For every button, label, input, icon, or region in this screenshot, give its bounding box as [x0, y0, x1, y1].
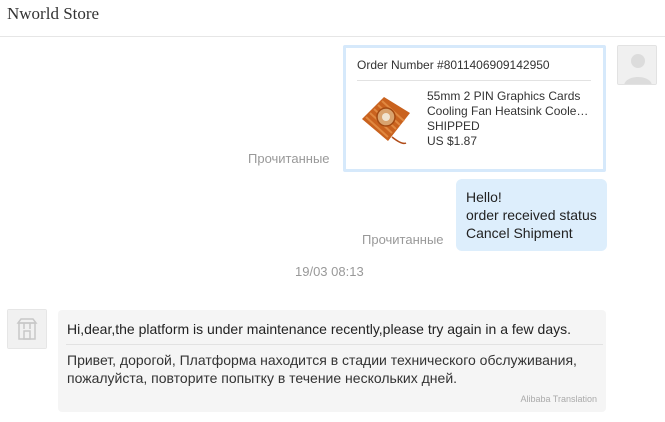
order-number: Order Number #8011406909142950: [357, 58, 550, 72]
product-image[interactable]: [358, 91, 414, 149]
outgoing-message-line: Cancel Shipment: [466, 225, 573, 241]
user-avatar-icon[interactable]: [617, 45, 657, 85]
store-avatar-icon[interactable]: [7, 309, 47, 349]
outgoing-message-line: order received status: [466, 207, 597, 223]
chat-header: Nworld Store: [0, 0, 665, 37]
translation-line: Привет, дорогой, Платформа находится в с…: [67, 352, 577, 368]
message-timestamp: 19/03 08:13: [295, 264, 364, 279]
message-translation: Привет, дорогой, Платформа находится в с…: [67, 351, 597, 387]
order-card[interactable]: Order Number #8011406909142950 55mm 2 PI…: [343, 45, 606, 172]
read-status-label: Прочитанные: [362, 232, 444, 247]
product-title-line2: Cooling Fan Heatsink Coole…: [427, 104, 589, 118]
product-title-line1: 55mm 2 PIN Graphics Cards: [427, 89, 581, 103]
translation-line: пожалуйста, повторите попытку в течение …: [67, 370, 458, 386]
store-name[interactable]: Nworld Store: [7, 4, 99, 24]
order-divider: [357, 80, 591, 81]
translation-credit: Alibaba Translation: [520, 394, 597, 404]
read-status-label: Прочитанные: [248, 151, 330, 166]
outgoing-message-line: Hello!: [466, 189, 502, 205]
outgoing-message-bubble: Hello! order received status Cancel Ship…: [456, 179, 607, 251]
message-original-text: Hi,dear,the platform is under maintenanc…: [67, 321, 572, 337]
product-info[interactable]: 55mm 2 PIN Graphics Cards Cooling Fan He…: [427, 89, 597, 149]
message-divider: [66, 344, 603, 345]
product-price: US $1.87: [427, 134, 478, 148]
incoming-message-bubble: Hi,dear,the platform is under maintenanc…: [58, 310, 606, 412]
shipping-status: SHIPPED: [427, 119, 480, 133]
store-icon: [8, 310, 46, 348]
user-silhouette-icon: [618, 46, 656, 84]
